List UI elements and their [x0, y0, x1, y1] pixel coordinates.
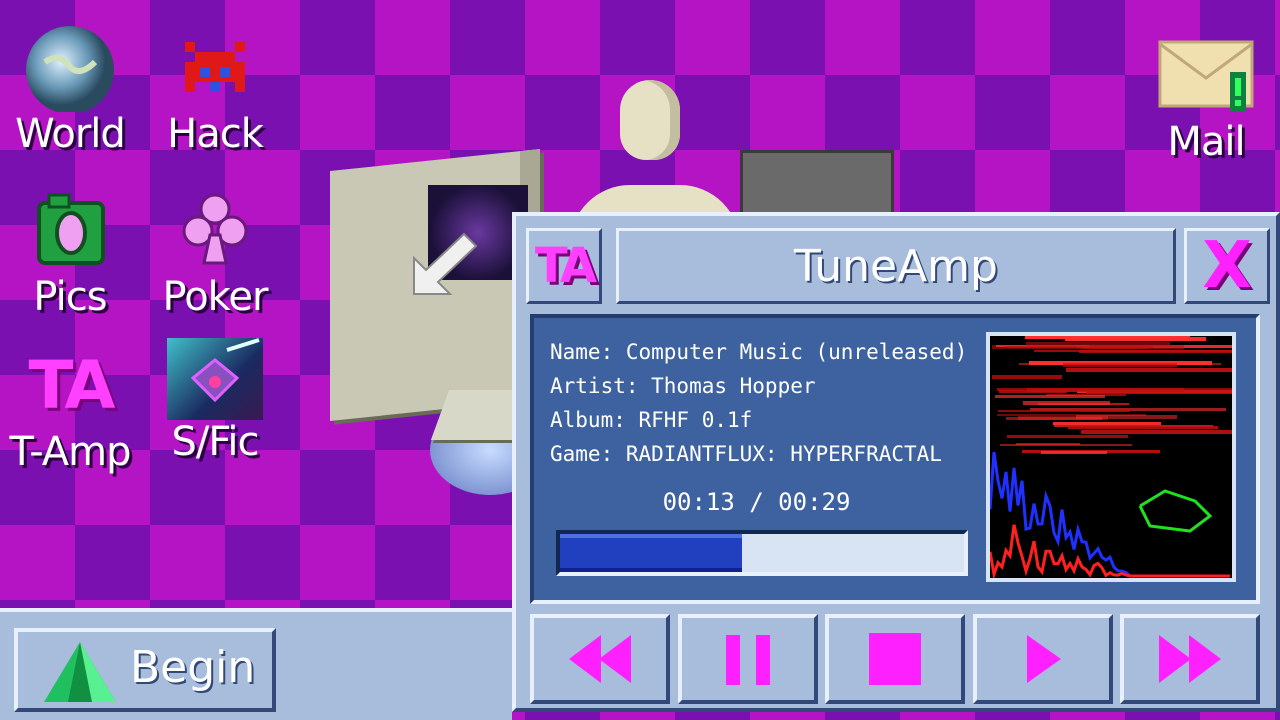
desktop-icon-label: Pics [33, 274, 107, 320]
pause-icon [725, 635, 770, 685]
statue-bust-prop [570, 80, 740, 245]
progress-bar[interactable] [556, 530, 968, 576]
rewind-icon [569, 635, 631, 683]
desktop-icon-label: S/Fic [171, 419, 259, 465]
playback-controls [530, 614, 1260, 704]
desktop-icon-t-amp[interactable]: TA T-Amp [0, 340, 140, 475]
track-name: Name: Computer Music (unreleased) [550, 340, 968, 364]
desktop-icon-label: Hack [167, 111, 264, 157]
track-album: Album: RFHF 0.1f [550, 408, 753, 432]
progress-fill [560, 534, 742, 572]
track-game: Game: RADIANTFLUX: HYPERFRACTAL [550, 442, 942, 466]
desktop-icon-hack[interactable]: Hack [145, 22, 285, 156]
play-button[interactable] [972, 614, 1113, 704]
desktop-icon-mail[interactable]: Mail [1136, 38, 1276, 164]
stop-icon [869, 633, 921, 685]
track-artist: Artist: Thomas Hopper [550, 374, 816, 398]
close-button[interactable]: X [1184, 228, 1270, 304]
space-invader-icon [170, 22, 260, 112]
desktop-icon-s-fic[interactable]: S/Fic [145, 338, 285, 464]
desktop-icon-world[interactable]: World [0, 22, 140, 156]
arrow-cursor-prop [413, 232, 478, 295]
fast-forward-icon [1159, 635, 1221, 683]
taskbar: Begin [0, 608, 512, 720]
close-icon: X [1202, 229, 1252, 303]
fast-forward-button[interactable] [1120, 614, 1260, 704]
camera-icon [25, 185, 115, 275]
pause-button[interactable] [677, 614, 818, 704]
envelope-icon [1156, 38, 1256, 112]
playback-time: 00:13 / 00:29 [662, 488, 851, 516]
stop-button[interactable] [825, 614, 965, 704]
tuneamp-window[interactable]: TA TuneAmp X Name: Computer Music (unrel… [512, 212, 1280, 712]
window-title: TuneAmp [794, 240, 998, 292]
desktop-icon-label: World [15, 111, 126, 157]
desktop-icon-label: Mail [1167, 119, 1245, 165]
triangle-logo-icon [44, 642, 116, 702]
desktop-icon-label: T-Amp [9, 429, 131, 475]
window-title-bar[interactable]: TuneAmp [616, 228, 1176, 304]
desktop-icon-poker[interactable]: Poker [145, 185, 285, 319]
globe-icon [25, 22, 115, 114]
desktop-icon-pics[interactable]: Pics [0, 185, 140, 319]
desktop-icon-label: Poker [162, 274, 269, 320]
spectrum-graphic [990, 336, 1232, 578]
club-suit-icon [170, 185, 260, 275]
play-icon [1026, 635, 1061, 683]
audio-visualizer [986, 332, 1236, 582]
begin-button[interactable]: Begin [14, 628, 276, 712]
rewind-button[interactable] [530, 614, 670, 704]
tuneamp-logo: TA [526, 228, 602, 304]
begin-label: Begin [130, 642, 256, 693]
track-info-panel: Name: Computer Music (unreleased) Artist… [530, 314, 1260, 604]
scifi-image-icon [167, 338, 263, 420]
tuneamp-logo-icon: TA [28, 346, 116, 424]
